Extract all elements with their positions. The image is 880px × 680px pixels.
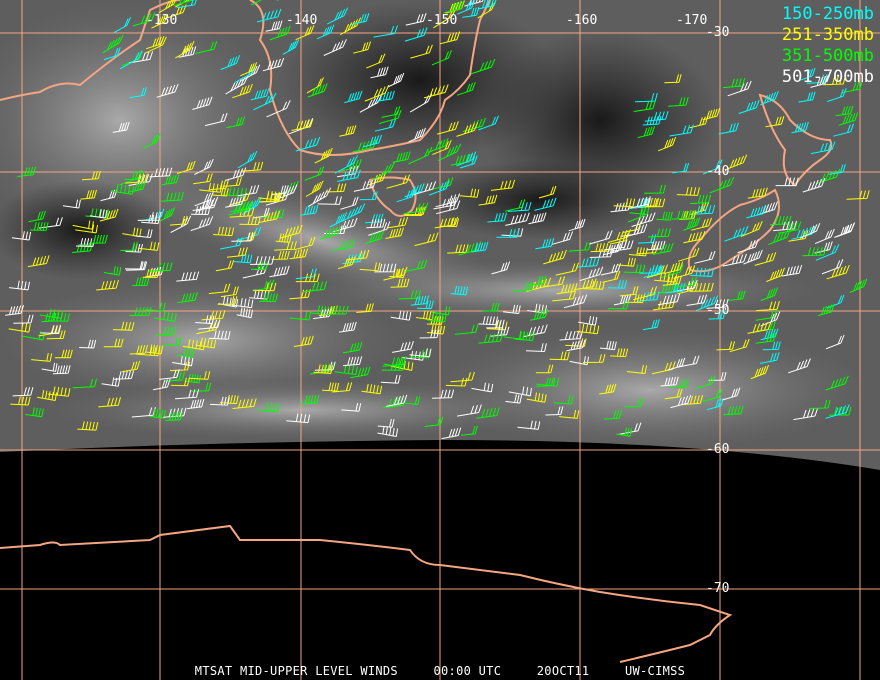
- legend-item-150-250: 150-250mb: [781, 4, 874, 24]
- valid-time: 00:00 UTC: [433, 664, 502, 678]
- map-canvas: [0, 0, 880, 680]
- product-name: MTSAT MID-UPPER LEVEL WINDS: [194, 664, 398, 678]
- longitude-label: -160: [566, 13, 598, 28]
- legend-item-251-350: 251-350mb: [781, 25, 874, 45]
- footer-caption: MTSAT MID-UPPER LEVEL WINDS 00:00 UTC 20…: [0, 664, 880, 678]
- latitude-label: -70: [706, 581, 730, 596]
- legend-item-351-500: 351-500mb: [781, 46, 874, 66]
- latitude-label: -30: [706, 25, 730, 40]
- longitude-label: -150: [426, 13, 458, 28]
- date: 20OCT11: [536, 664, 590, 678]
- source: UW-CIMSS: [624, 664, 686, 678]
- longitude-label: -140: [286, 13, 318, 28]
- legend-item-501-700: 501-700mb: [781, 67, 874, 87]
- latitude-label: -40: [706, 164, 730, 179]
- longitude-label: -130: [146, 13, 178, 28]
- pressure-legend: 150-250mb 251-350mb 351-500mb 501-700mb: [782, 4, 874, 88]
- latitude-label: -60: [706, 442, 730, 457]
- latitude-label: -50: [706, 303, 730, 318]
- coastline-antarctica: [0, 524, 733, 663]
- longitude-label: -170: [676, 13, 708, 28]
- satellite-wind-map: -130 -140 -150 -160 -170 -30 -40 -50 -60 -70 150…: [0, 0, 880, 680]
